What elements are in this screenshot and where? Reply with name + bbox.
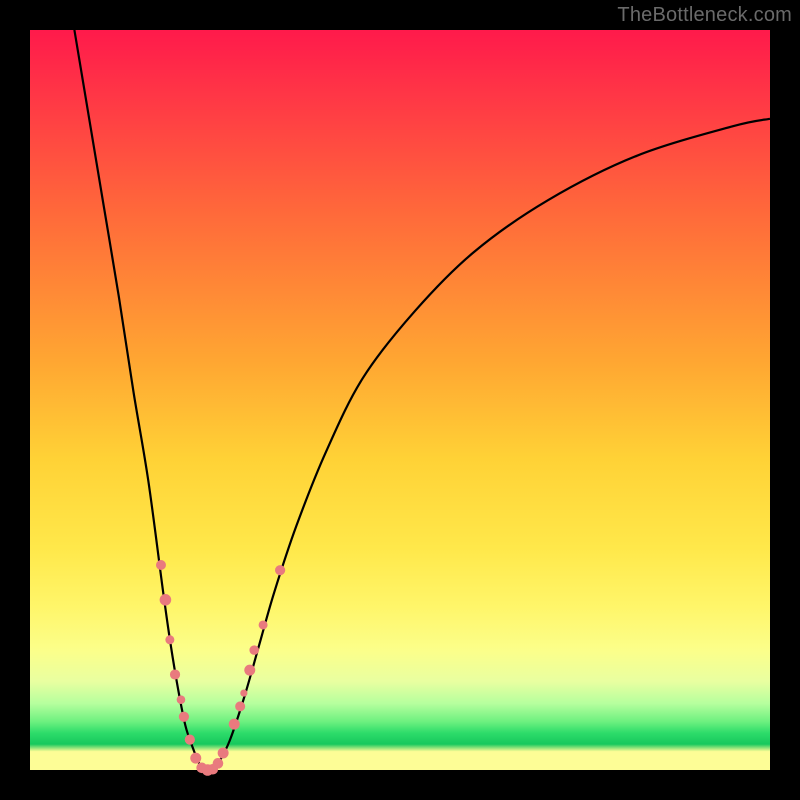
data-marker [229, 719, 240, 730]
data-marker [179, 712, 189, 722]
chart-svg [30, 30, 770, 770]
data-marker [240, 689, 247, 696]
data-marker [275, 565, 285, 575]
data-marker [170, 669, 180, 679]
data-marker [156, 560, 166, 570]
data-marker [235, 701, 245, 711]
curve-left [74, 30, 202, 770]
data-marker [185, 735, 195, 745]
curve-right [213, 119, 770, 770]
data-marker [259, 620, 268, 629]
plot-area [30, 30, 770, 770]
data-marker [165, 635, 174, 644]
data-marker [213, 758, 224, 769]
data-marker [190, 753, 201, 764]
data-marker [160, 594, 172, 606]
data-marker [244, 665, 255, 676]
data-marker [249, 645, 259, 655]
data-marker [218, 747, 229, 758]
data-marker [177, 695, 186, 704]
chart-frame: TheBottleneck.com [0, 0, 800, 800]
watermark-text: TheBottleneck.com [617, 4, 792, 27]
